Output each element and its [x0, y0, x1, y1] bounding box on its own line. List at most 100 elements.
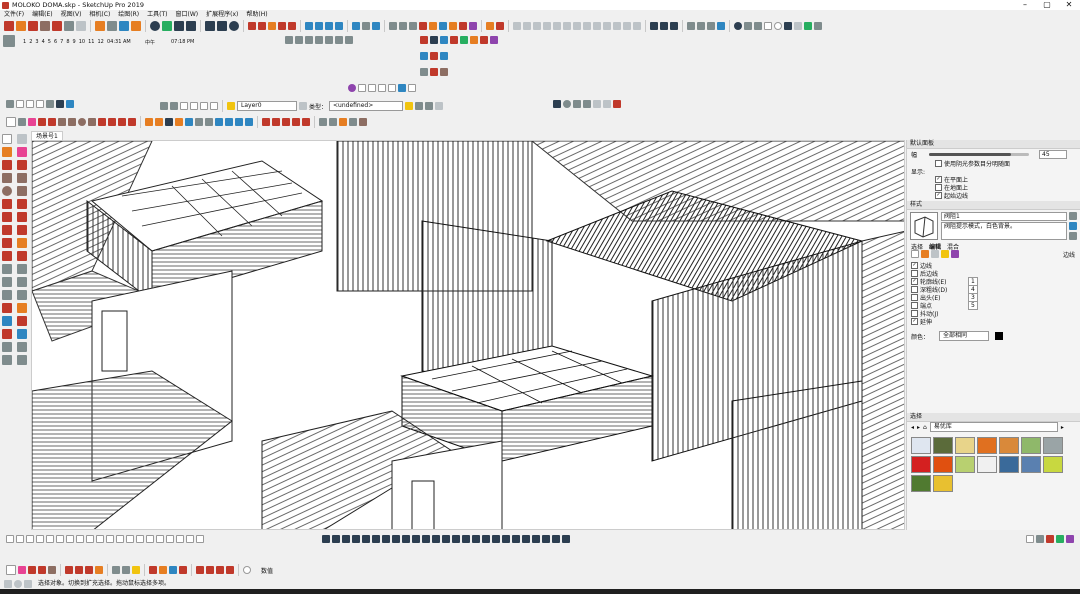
zoom-icon[interactable]	[302, 118, 310, 126]
left-line-icon[interactable]	[2, 160, 12, 170]
classifier-1-icon[interactable]	[415, 102, 424, 110]
solid-tool-2-icon[interactable]	[399, 22, 407, 30]
update-style-icon[interactable]	[1069, 212, 1077, 220]
profile-23-icon[interactable]	[542, 534, 550, 543]
classifier-3-icon[interactable]	[435, 102, 444, 110]
float-o-icon[interactable]	[490, 36, 498, 44]
material-swatch[interactable]	[999, 437, 1019, 454]
bottom-right-2-icon[interactable]	[1036, 534, 1044, 543]
float-q-icon[interactable]	[430, 52, 438, 60]
mail-icon[interactable]	[217, 21, 227, 31]
material-swatch[interactable]	[911, 437, 931, 454]
float-a-icon[interactable]	[285, 36, 293, 44]
bottom-paint-icon[interactable]	[132, 566, 140, 574]
left-component-icon[interactable]	[17, 134, 27, 144]
util-1-icon[interactable]	[553, 100, 561, 108]
left-walk-icon[interactable]	[2, 342, 12, 352]
style-browser-icon[interactable]	[1069, 222, 1077, 230]
profile-24-icon[interactable]	[552, 534, 560, 543]
grid-1-icon[interactable]	[650, 22, 658, 30]
dot-icon[interactable]	[734, 22, 742, 30]
rectangle-tool-icon[interactable]	[58, 118, 66, 126]
rectangle-icon[interactable]	[764, 22, 772, 30]
edge-setting-checkbox[interactable]	[911, 269, 918, 277]
layer-manager-icon[interactable]	[299, 102, 307, 110]
view-9-icon[interactable]	[593, 22, 601, 30]
style-name-field[interactable]: 阀阻1	[941, 212, 1067, 221]
info-icon[interactable]	[229, 21, 239, 31]
styles-section-header[interactable]: 样式	[907, 201, 1080, 210]
edge-setting-checkbox[interactable]: ✓	[911, 317, 918, 325]
freehand-icon[interactable]	[48, 118, 56, 126]
cloud-1-icon[interactable]	[305, 22, 313, 30]
sandbox-tool-3-icon[interactable]	[268, 22, 276, 30]
text-tool-icon[interactable]	[235, 118, 243, 126]
wireframe-icon[interactable]	[26, 100, 34, 108]
sandbox-tool-5-icon[interactable]	[288, 22, 296, 30]
float-b-icon[interactable]	[295, 36, 303, 44]
solid-tool-8-icon[interactable]	[459, 22, 467, 30]
float-t-icon[interactable]	[430, 68, 438, 76]
view-3-icon[interactable]	[533, 22, 541, 30]
material-swatch[interactable]	[977, 456, 997, 473]
left-move-icon[interactable]	[2, 225, 12, 235]
shape-6-icon[interactable]	[56, 534, 64, 543]
left-arc2-icon[interactable]	[17, 199, 27, 209]
solid-tool-9-icon[interactable]	[469, 22, 477, 30]
bottom-share-icon[interactable]	[206, 566, 214, 574]
display-option-1[interactable]: ✓ 在平面上	[907, 175, 1080, 184]
profile-17-icon[interactable]	[482, 534, 490, 543]
material-swatch[interactable]	[1043, 456, 1063, 473]
float-l-icon[interactable]	[460, 36, 468, 44]
left-position-icon[interactable]	[2, 355, 12, 365]
bottom-user-icon[interactable]	[243, 566, 251, 574]
arc2-icon[interactable]	[108, 118, 116, 126]
profile-21-icon[interactable]	[522, 534, 530, 543]
profile-18-icon[interactable]	[492, 534, 500, 543]
bottom-move-icon[interactable]	[75, 566, 83, 574]
view-11-icon[interactable]	[613, 22, 621, 30]
circle-tool-icon[interactable]	[78, 118, 86, 126]
float-y-icon[interactable]	[378, 84, 386, 92]
display-option-2[interactable]: 在地面上	[907, 183, 1080, 192]
profile-14-icon[interactable]	[452, 534, 460, 543]
float-u-icon[interactable]	[440, 68, 448, 76]
view-1-icon[interactable]	[513, 22, 521, 30]
color-dropdown[interactable]: 全部相同	[939, 331, 989, 341]
model-viewport[interactable]	[31, 140, 905, 530]
orbit-icon[interactable]	[282, 118, 290, 126]
shape-3-icon[interactable]	[26, 534, 34, 543]
polygon-icon[interactable]	[88, 118, 96, 126]
left-scale-icon[interactable]	[2, 251, 12, 261]
left-pie-icon[interactable]	[17, 212, 27, 222]
bottom-zoom-extents-icon[interactable]	[179, 566, 187, 574]
month-ruler[interactable]: 1 2 3 4 5 6 7 8 9 10 11 12	[23, 39, 104, 45]
bottom-right-3-icon[interactable]	[1046, 534, 1054, 543]
sandbox-tool-4-icon[interactable]	[278, 22, 286, 30]
material-swatch[interactable]	[955, 437, 975, 454]
solid-tool-1-icon[interactable]	[389, 22, 397, 30]
display-option-3-checkbox[interactable]: ✓	[935, 191, 942, 199]
minus-icon[interactable]	[754, 22, 762, 30]
shape-7-icon[interactable]	[66, 534, 74, 543]
solid-tool-5-icon[interactable]	[429, 22, 437, 30]
float-c-icon[interactable]	[305, 36, 313, 44]
undo-icon[interactable]	[95, 21, 105, 31]
display-option-2-checkbox[interactable]	[935, 183, 942, 191]
forward-arrow-icon[interactable]: ▸	[917, 424, 920, 431]
menu-file[interactable]: 文件(F)	[0, 10, 28, 20]
float-f-icon[interactable]	[335, 36, 343, 44]
shadow-settings-icon[interactable]	[3, 35, 15, 47]
bottom-ext-icon[interactable]	[216, 566, 224, 574]
solid-tool-3-icon[interactable]	[409, 22, 417, 30]
float-w-icon[interactable]	[358, 84, 366, 92]
layer-check-icon[interactable]	[227, 102, 235, 110]
profile-9-icon[interactable]	[402, 534, 410, 543]
shape-10-icon[interactable]	[96, 534, 104, 543]
shape-19-icon[interactable]	[186, 534, 194, 543]
bottom-layout-icon[interactable]	[226, 566, 234, 574]
scale-icon[interactable]	[165, 118, 173, 126]
shaded-icon[interactable]	[46, 100, 54, 108]
erase-icon[interactable]	[76, 21, 86, 31]
profile-13-icon[interactable]	[442, 534, 450, 543]
